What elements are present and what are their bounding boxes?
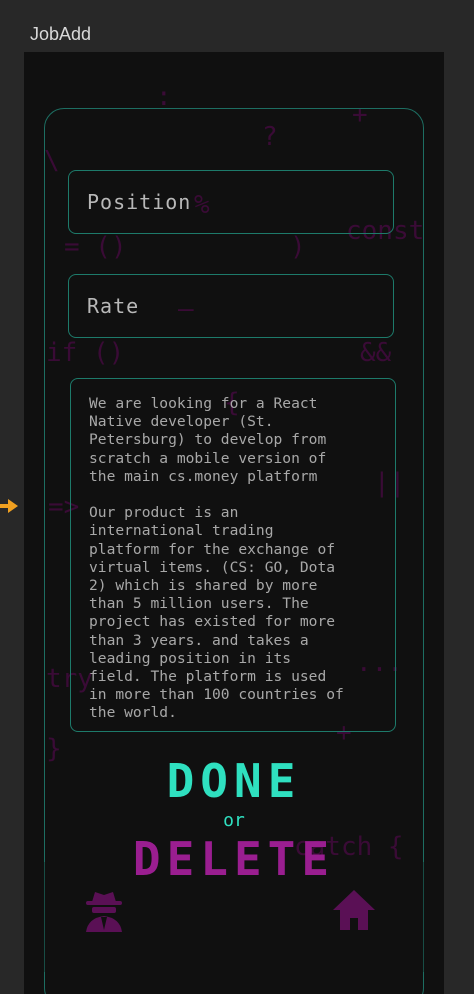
done-button[interactable]: DONE xyxy=(24,754,444,808)
description-textarea[interactable]: We are looking for a React Native develo… xyxy=(70,378,396,732)
app-screen: : + ? \ % const = () ) — if () && { => |… xyxy=(24,52,444,994)
rate-input[interactable]: Rate xyxy=(68,274,394,338)
home-icon[interactable] xyxy=(330,886,378,934)
arrow-right-icon xyxy=(0,499,18,513)
rate-placeholder: Rate xyxy=(87,294,140,318)
spy-agent-icon[interactable] xyxy=(80,886,128,934)
frame-title: JobAdd xyxy=(30,24,92,44)
position-input[interactable]: Position xyxy=(68,170,394,234)
or-label: or xyxy=(223,810,245,831)
delete-button[interactable]: DELETE xyxy=(24,832,444,886)
position-placeholder: Position xyxy=(87,190,192,214)
